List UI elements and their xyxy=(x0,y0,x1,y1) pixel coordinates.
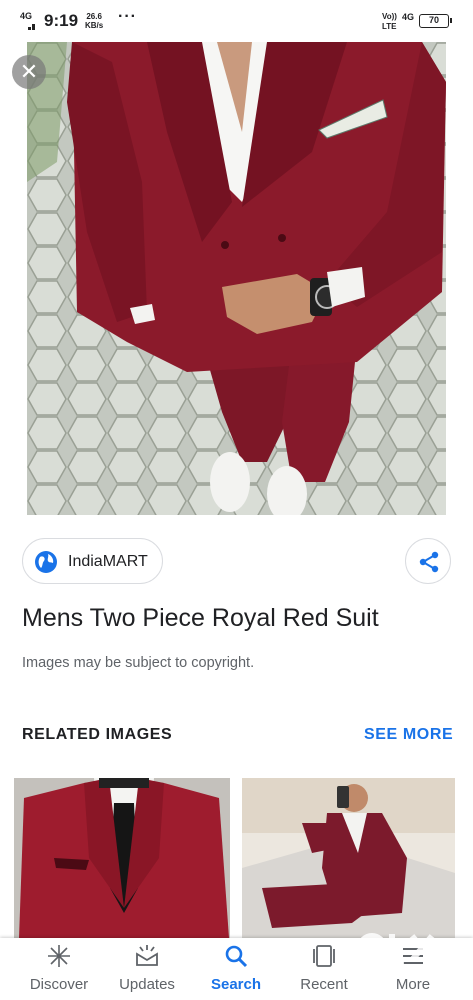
search-icon xyxy=(225,945,248,968)
network-type: 4G xyxy=(402,12,415,22)
close-icon: ✕ xyxy=(19,59,39,84)
olx-watermark-logo xyxy=(357,933,435,965)
nav-label-discover: Discover xyxy=(29,976,89,993)
network-speed: 26.6 KB/s xyxy=(85,12,103,30)
related-suit-photo-2 xyxy=(242,778,455,938)
share-button[interactable] xyxy=(405,538,451,584)
battery-icon: 70 xyxy=(419,14,452,28)
globe-icon xyxy=(35,551,57,573)
volte-bottom: LTE xyxy=(382,22,397,31)
source-chip[interactable]: IndiaMART xyxy=(22,538,163,584)
nav-label-search: Search xyxy=(210,976,262,993)
nav-label-updates: Updates xyxy=(119,976,175,993)
main-image[interactable] xyxy=(27,42,446,515)
close-button[interactable]: ✕ xyxy=(12,55,46,89)
more-notifications-icon: ··· xyxy=(118,8,137,25)
related-suit-photo-1 xyxy=(14,778,230,938)
nav-discover[interactable]: Discover xyxy=(14,938,104,1000)
status-bar: 4G 9:19 26.6 KB/s ··· Vo)) LTE 4G 70 xyxy=(0,0,473,40)
updates-icon xyxy=(136,945,158,966)
related-image-thumbnail[interactable] xyxy=(242,778,455,938)
copyright-notice: Images may be subject to copyright. xyxy=(22,655,255,671)
suit-photo xyxy=(27,42,446,515)
nav-search[interactable]: Search xyxy=(191,938,281,1000)
volte-top: Vo)) xyxy=(382,12,397,21)
see-more-link[interactable]: SEE MORE xyxy=(364,726,453,744)
nav-label-recent: Recent xyxy=(300,976,348,993)
recent-icon xyxy=(313,945,335,967)
source-name: IndiaMART xyxy=(68,553,148,570)
image-title[interactable]: Mens Two Piece Royal Red Suit xyxy=(22,604,379,633)
nav-label-more: More xyxy=(395,976,431,993)
speed-value: 26.6 xyxy=(86,12,102,21)
status-time: 9:19 xyxy=(44,11,79,30)
share-icon xyxy=(419,551,439,573)
signal-icon xyxy=(20,20,36,30)
related-images-heading: RELATED IMAGES xyxy=(22,726,173,743)
discover-icon xyxy=(48,945,70,967)
related-image-thumbnail[interactable] xyxy=(14,778,230,938)
speed-unit: KB/s xyxy=(85,21,104,30)
volte-indicator: Vo)) LTE xyxy=(382,12,397,32)
nav-updates[interactable]: Updates xyxy=(102,938,192,1000)
